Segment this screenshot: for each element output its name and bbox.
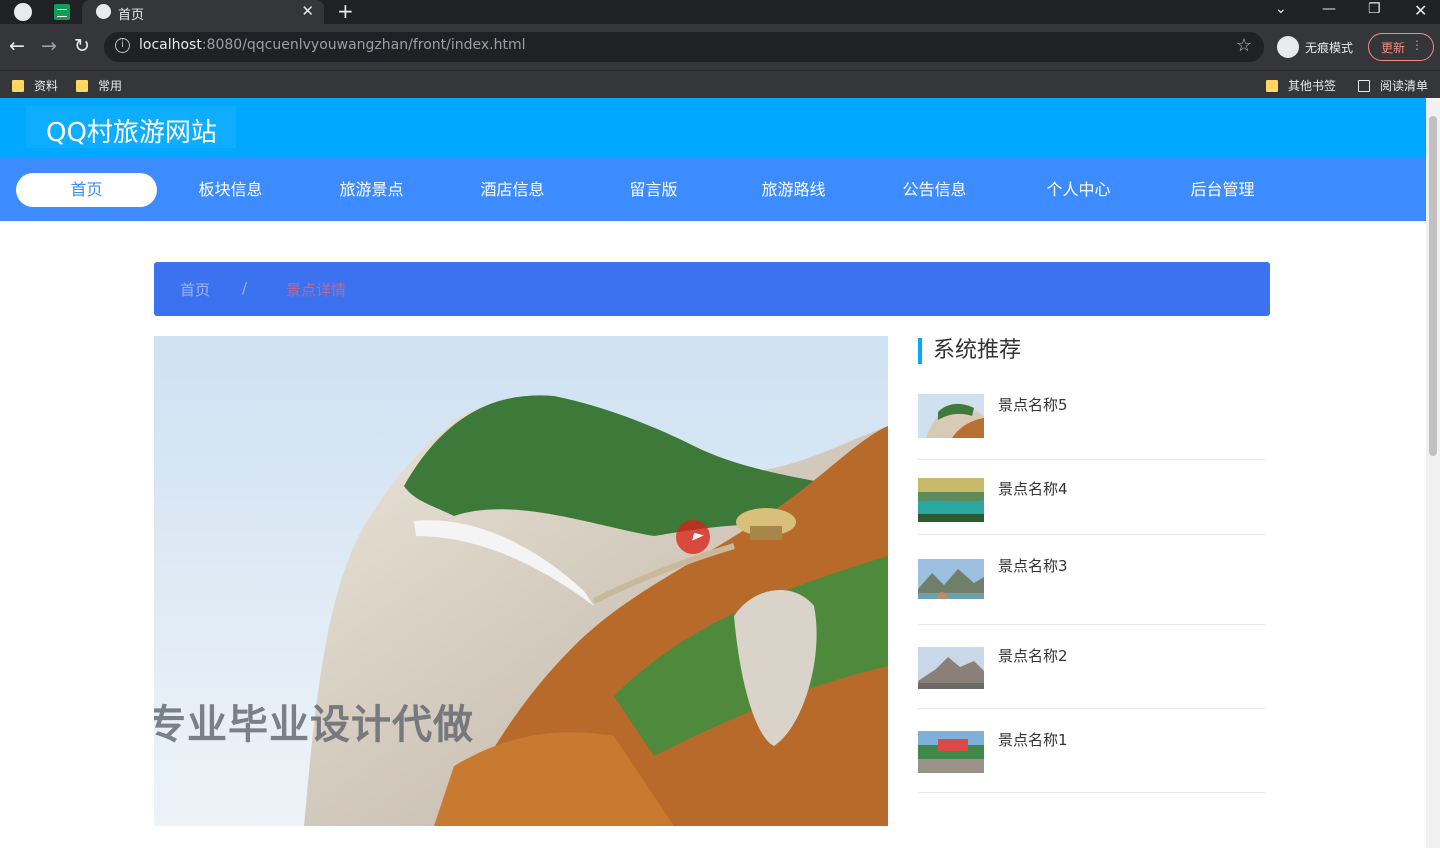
menu-kebab-icon: ⋮	[1411, 38, 1423, 52]
address-bar[interactable]: i localhost:8080/qqcuenlvyouwangzhan/fro…	[104, 32, 1264, 62]
attraction-name[interactable]: 景点名称1	[998, 729, 1068, 750]
reload-icon[interactable]: ↻	[74, 35, 90, 57]
globe-icon[interactable]	[14, 3, 32, 21]
attraction-name[interactable]: 景点名称5	[998, 394, 1068, 415]
folder-icon	[12, 80, 24, 92]
bookmark-folder-ziliao[interactable]: 资料	[12, 77, 58, 94]
site-info-icon[interactable]: i	[115, 38, 130, 53]
nav-attractions[interactable]: 旅游景点	[311, 173, 432, 207]
attraction-thumbnail[interactable]	[918, 478, 984, 522]
nav-messages[interactable]: 留言版	[593, 173, 714, 207]
attraction-thumbnail[interactable]	[918, 729, 984, 773]
attraction-name[interactable]: 景点名称3	[998, 555, 1068, 576]
watermark-text: 专业毕业设计代做	[154, 702, 474, 748]
site-title[interactable]: QQ村旅游网站	[26, 106, 236, 148]
scrollbar-thumb[interactable]	[1429, 116, 1437, 456]
mouse-cursor-highlight	[676, 520, 710, 554]
nav-admin[interactable]: 后台管理	[1162, 173, 1283, 207]
close-tab-icon[interactable]: ✕	[301, 2, 314, 20]
main-nav: 首页 板块信息 旅游景点 酒店信息 留言版 旅游路线 公告信息 个人中心 后台管…	[0, 158, 1426, 221]
attraction-thumbnail[interactable]	[918, 555, 984, 599]
attraction-name[interactable]: 景点名称4	[998, 478, 1068, 499]
browser-tab-strip: 首页 ✕ + ⌄ — ❐ ✕	[0, 0, 1440, 24]
attraction-thumbnail[interactable]	[918, 645, 984, 689]
breadcrumb-current: 景点详情	[286, 281, 347, 299]
folder-icon	[1266, 80, 1278, 92]
nav-profile[interactable]: 个人中心	[1018, 173, 1139, 207]
nav-hotels[interactable]: 酒店信息	[452, 173, 573, 207]
attraction-thumbnail[interactable]	[918, 394, 984, 438]
mountain-landscape-image	[154, 336, 888, 826]
recommend-item[interactable]: 景点名称2	[918, 645, 1265, 709]
recommend-item[interactable]: 景点名称1	[918, 729, 1265, 793]
incognito-icon[interactable]	[1277, 36, 1299, 58]
close-window-icon[interactable]: ✕	[1414, 1, 1427, 20]
site-header: QQ村旅游网站	[0, 98, 1426, 158]
new-tab-icon[interactable]: +	[337, 0, 354, 23]
forward-icon[interactable]: →	[41, 35, 57, 57]
nav-boards[interactable]: 板块信息	[170, 173, 291, 207]
globe-icon	[96, 4, 111, 19]
restore-icon[interactable]: ❐	[1368, 1, 1381, 17]
sheets-tab-icon[interactable]	[54, 4, 70, 20]
breadcrumb-separator: /	[242, 279, 248, 297]
folder-icon	[76, 80, 88, 92]
recommend-item[interactable]: 景点名称3	[918, 555, 1265, 625]
back-icon[interactable]: ←	[9, 35, 25, 57]
tab-title: 首页	[118, 8, 145, 23]
bookmark-folder-changyong[interactable]: 常用	[76, 77, 122, 94]
nav-routes[interactable]: 旅游路线	[733, 173, 854, 207]
web-page: QQ村旅游网站 首页 板块信息 旅游景点 酒店信息 留言版 旅游路线 公告信息 …	[0, 98, 1426, 848]
nav-home[interactable]: 首页	[16, 173, 157, 207]
breadcrumb: 首页 / 景点详情	[154, 262, 1270, 316]
recommend-item[interactable]: 景点名称5	[918, 394, 1265, 460]
attraction-image[interactable]: 专业毕业设计代做	[154, 336, 888, 826]
incognito-label: 无痕模式	[1305, 41, 1354, 55]
attraction-name[interactable]: 景点名称2	[998, 645, 1068, 666]
reading-list-icon	[1358, 80, 1370, 92]
bookmarks-bar: 资料 常用 其他书签 阅读清单	[0, 70, 1440, 98]
url-text: localhost:8080/qqcuenlvyouwangzhan/front…	[139, 37, 526, 53]
browser-tab-active[interactable]: 首页 ✕	[82, 0, 324, 24]
reading-list[interactable]: 阅读清单	[1358, 77, 1428, 94]
update-button[interactable]: 更新 ⋮	[1368, 33, 1434, 61]
recommend-title: 系统推荐	[918, 338, 1021, 364]
nav-notices[interactable]: 公告信息	[874, 173, 995, 207]
other-bookmarks[interactable]: 其他书签	[1266, 77, 1336, 94]
tab-search-icon[interactable]: ⌄	[1275, 1, 1287, 17]
minimize-icon[interactable]: —	[1322, 1, 1336, 17]
browser-toolbar: ← → ↻ i localhost:8080/qqcuenlvyouwangzh…	[0, 24, 1440, 70]
page-scrollbar[interactable]	[1426, 98, 1440, 848]
breadcrumb-home[interactable]: 首页	[180, 279, 210, 300]
recommend-item[interactable]: 景点名称4	[918, 478, 1265, 535]
bookmark-star-icon[interactable]: ☆	[1236, 35, 1252, 56]
